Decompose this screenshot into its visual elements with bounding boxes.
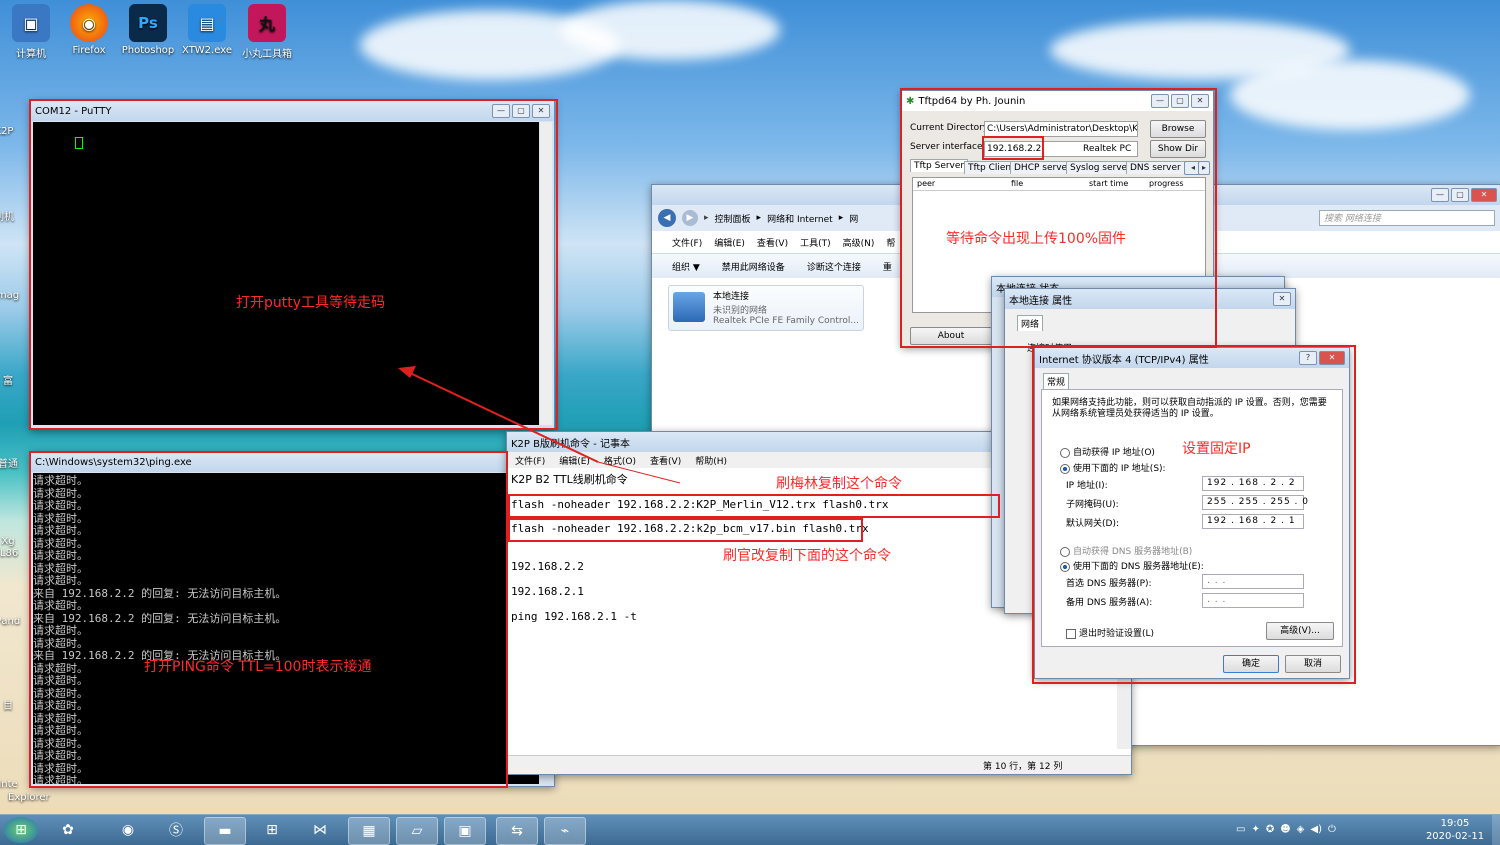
user-icon[interactable]: ☻ bbox=[1280, 824, 1290, 836]
package-icon: ✿ bbox=[62, 822, 74, 838]
start-button[interactable]: ⊞ bbox=[4, 817, 38, 843]
taskbar-vs[interactable]: ⋈ bbox=[300, 817, 340, 843]
security-icon[interactable]: ✪ bbox=[1266, 824, 1274, 836]
network-icon: ▦ bbox=[362, 823, 376, 839]
annotation-tftpd: 等待命令出现上传100%固件 bbox=[946, 231, 1127, 247]
annotation-ping: 打开PING命令 TTL=100时表示接通 bbox=[144, 659, 372, 675]
taskbar-notepad[interactable]: ▱ bbox=[396, 817, 438, 845]
annotation-merlin: 刷梅林复制这个命令 bbox=[776, 476, 902, 492]
taskbar-explorer[interactable]: ▬ bbox=[204, 817, 246, 845]
volume-icon[interactable]: ◀) bbox=[1310, 824, 1322, 836]
console-icon: ▣ bbox=[458, 823, 472, 839]
clock[interactable]: 19:05 2020-02-11 bbox=[1422, 817, 1488, 843]
show-desktop-button[interactable] bbox=[1492, 815, 1500, 845]
clock-time: 19:05 bbox=[1440, 818, 1470, 829]
desktop: ▣ 计算机 ◉ Firefox Ps Photoshop ▤ XTW2.exe … bbox=[0, 0, 1500, 814]
taskbar-putty[interactable]: ⌁ bbox=[544, 817, 586, 845]
putty-icon: ⌁ bbox=[560, 823, 570, 839]
taskbar: ⊞ ✿ ◉ Ⓢ ▬ ⊞ ⋈ ▦ ▱ ▣ ⇆ ⌁ ▭ ✦ ✪ ☻ ◈ ◀) ⏻ 1… bbox=[0, 814, 1500, 845]
skype-icon: Ⓢ bbox=[169, 823, 183, 839]
taskbar-skype[interactable]: Ⓢ bbox=[156, 817, 196, 843]
windows-icon: ⊞ bbox=[15, 822, 27, 838]
annotation-ipv4: 设置固定IP bbox=[1182, 441, 1251, 457]
vs-icon: ⋈ bbox=[313, 822, 327, 838]
annotation-official: 刷官改复制下面的这个命令 bbox=[723, 548, 891, 564]
taskbar-console[interactable]: ▣ bbox=[444, 817, 486, 845]
system-tray: ▭ ✦ ✪ ☻ ◈ ◀) ⏻ bbox=[1236, 824, 1406, 836]
power-icon[interactable]: ⏻ bbox=[1328, 824, 1336, 836]
annotation-arrow bbox=[398, 366, 681, 484]
taskbar-tftpd[interactable]: ⇆ bbox=[496, 817, 538, 845]
folder-icon: ▬ bbox=[218, 823, 232, 839]
firefox-icon: ◉ bbox=[121, 822, 135, 838]
annotation-putty: 打开putty工具等待走码 bbox=[236, 295, 386, 311]
clock-date: 2020-02-11 bbox=[1425, 831, 1485, 842]
taskbar-gift[interactable]: ⊞ bbox=[252, 817, 292, 843]
tftpd-icon: ⇆ bbox=[511, 823, 523, 839]
notepad-icon: ▱ bbox=[411, 823, 423, 839]
taskbar-firefox[interactable]: ◉ bbox=[108, 817, 148, 843]
taskbar-network[interactable]: ▦ bbox=[348, 817, 390, 845]
network-tray-icon[interactable]: ✦ bbox=[1251, 824, 1259, 836]
keyboard-icon[interactable]: ▭ bbox=[1236, 824, 1245, 836]
taskbar-pinned-app[interactable]: ✿ bbox=[48, 817, 88, 843]
shield-icon[interactable]: ◈ bbox=[1297, 824, 1305, 836]
gift-icon: ⊞ bbox=[266, 822, 278, 838]
